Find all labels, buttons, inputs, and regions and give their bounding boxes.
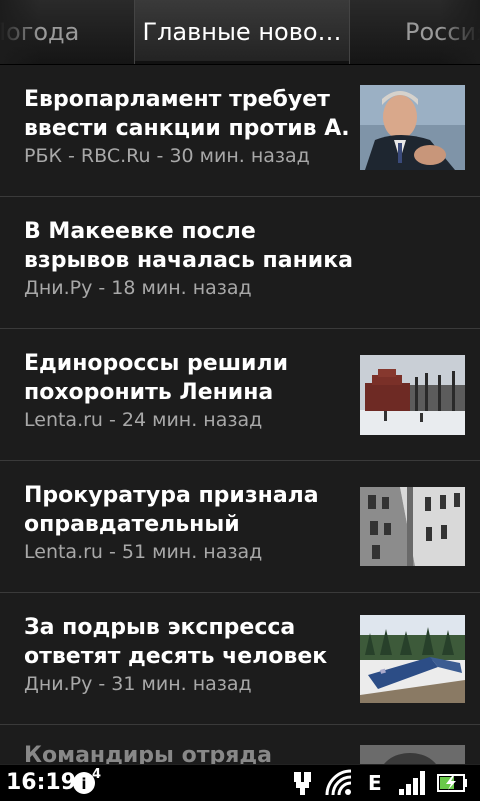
notification-icon: i 4 <box>72 767 102 797</box>
signal-icon <box>398 769 428 797</box>
news-source: РБК - RBC.Ru - 30 мин. назад <box>24 145 310 167</box>
news-thumbnail <box>360 487 465 566</box>
news-thumbnail <box>360 355 465 435</box>
news-item[interactable]: Единороссы решили похоронить Ленина Lent… <box>0 329 480 461</box>
news-headline: Единороссы решили похоронить Ленина <box>24 351 288 405</box>
notification-count: 4 <box>92 767 102 782</box>
tab-bar: Погода Главные ново… Россия <box>0 0 480 65</box>
battery-icon <box>436 769 468 797</box>
news-list: Европарламент требует ввести санкции про… <box>0 65 480 775</box>
news-item[interactable]: Прокуратура признала оправдательный Lent… <box>0 461 480 593</box>
status-bar: 16:19 i 4 E <box>0 764 480 801</box>
tab-fade-right <box>440 0 480 64</box>
tab-top-news[interactable]: Главные ново… <box>134 0 350 64</box>
usb-icon <box>290 769 316 797</box>
news-item[interactable]: За подрыв экспресса ответят десять челов… <box>0 593 480 725</box>
news-headline: За подрыв экспресса ответят десять челов… <box>24 615 328 669</box>
news-source: Lenta.ru - 24 мин. назад <box>24 409 263 431</box>
news-thumbnail <box>360 85 465 170</box>
news-source: Дни.Ру - 18 мин. назад <box>24 277 252 299</box>
svg-text:i: i <box>81 775 86 793</box>
news-headline: Прокуратура признала оправдательный <box>24 483 319 537</box>
news-item[interactable]: Европарламент требует ввести санкции про… <box>0 65 480 197</box>
tab-fade-left <box>0 0 40 64</box>
news-source: Lenta.ru - 51 мин. назад <box>24 541 263 563</box>
status-clock: 16:19 <box>6 770 77 795</box>
news-headline: В Макеевке после взрывов началась паника <box>24 219 353 273</box>
edge-network-icon: E <box>368 771 382 795</box>
news-headline: Европарламент требует ввести санкции про… <box>24 87 350 141</box>
news-source: Дни.Ру - 31 мин. назад <box>24 673 252 695</box>
wifi-icon <box>324 769 354 797</box>
news-item[interactable]: В Макеевке после взрывов началась паника… <box>0 197 480 329</box>
news-thumbnail <box>360 615 465 703</box>
